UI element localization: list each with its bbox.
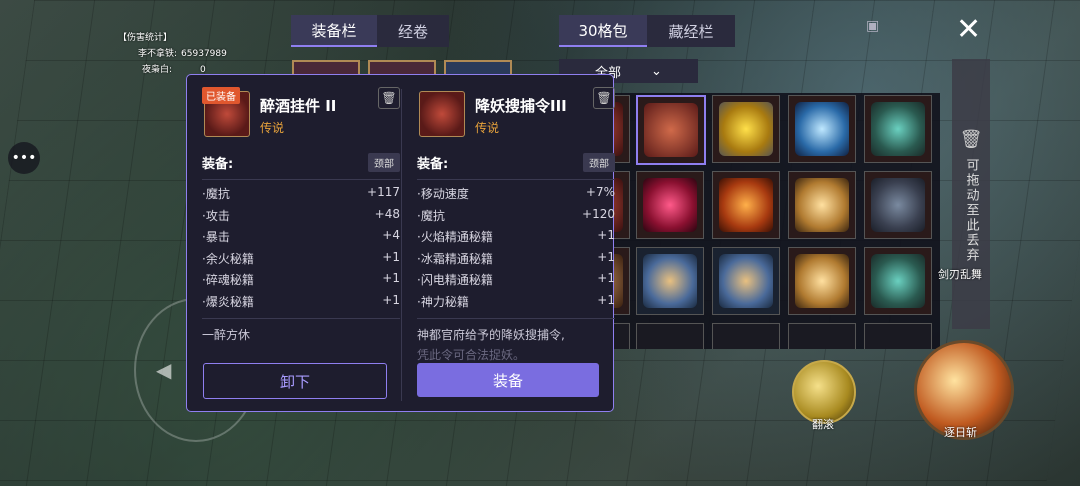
roll-skill-label: 翻滚 (812, 418, 834, 431)
bag-grid (560, 93, 940, 349)
flavor-text: 神都官府给予的降妖搜捕令, 凭此令可合法捉妖。 (417, 328, 565, 362)
bag-slot-empty[interactable] (864, 323, 932, 349)
sword-skill-label: 剑刃乱舞 (938, 268, 982, 281)
equipped-badge: 已装备 (202, 87, 240, 104)
tab-scrolls[interactable]: 经卷 (377, 15, 449, 47)
discard-hint: 可拖动至此丢弃 (963, 158, 979, 263)
bag-slot[interactable] (712, 247, 780, 315)
stat-row: ·火焰精通秘籍 +1 (417, 228, 615, 244)
bag-slot[interactable] (864, 171, 932, 239)
flavor-text: 一醉方休 (202, 328, 251, 342)
stat-row: ·闪电精通秘籍 +1 (417, 271, 615, 287)
stat-row: ·余火秘籍 +1 (202, 249, 400, 266)
player-name: 李不拿铁: (138, 49, 178, 59)
damage-stats-title: 【伤害统计】 (118, 33, 173, 43)
discard-drop-zone[interactable]: 🗑 可拖动至此丢弃 (952, 59, 990, 329)
lock-icon[interactable]: ▣ (866, 18, 879, 34)
trash-icon: 🗑 (959, 129, 983, 150)
bag-slot[interactable] (788, 171, 856, 239)
close-icon[interactable]: ✕ (956, 14, 981, 46)
bag-slot[interactable] (636, 171, 704, 239)
sun-slash-skill-label: 逐日斩 (944, 426, 977, 439)
item-rarity: 传说 (475, 121, 500, 135)
divider (417, 318, 615, 319)
equip-tabs: 装备栏 经卷 (291, 15, 449, 47)
slot-tag: 颈部 (368, 153, 400, 172)
bag-slot[interactable] (788, 247, 856, 315)
bag-slot[interactable] (864, 247, 932, 315)
item-rarity: 传说 (260, 121, 285, 135)
stat-row: ·神力秘籍 +1 (417, 292, 615, 309)
slot-label: 装备: (417, 157, 449, 172)
equip-button[interactable]: 装备 (417, 363, 599, 397)
item-compare-popup: 已装备 醉酒挂件 II 传说 🗑 装备: 颈部 ·魔抗 +117 ·攻击 +48 ·… (186, 74, 615, 412)
bag-tabs: 30格包 藏经栏 (559, 15, 735, 47)
stat-row: ·移动速度 +7% (417, 185, 615, 201)
damage-stats: 【伤害统计】 李不拿铁: 65937989 夜枭白: 0 (118, 30, 227, 78)
stat-row: ·爆炎秘籍 +1 (202, 292, 400, 309)
bag-slot[interactable] (788, 95, 856, 163)
bag-slot-empty[interactable] (712, 323, 780, 349)
item-name: 降妖搜捕令III (475, 97, 567, 115)
slot-label: 装备: (202, 157, 234, 172)
divider (417, 179, 615, 180)
bag-slot[interactable] (712, 171, 780, 239)
panel-divider (401, 89, 402, 401)
stat-row: ·碎魂秘籍 +1 (202, 271, 400, 287)
bag-slot[interactable] (712, 95, 780, 163)
stat-list: ·魔抗 +117 ·攻击 +48 ·暴击 +4 ·余火秘籍 +1 ·碎魂秘籍 +1 ·爆炎… (202, 185, 400, 314)
player-name: 夜枭白: (142, 65, 173, 75)
roll-skill-button[interactable] (792, 360, 856, 424)
bag-slot[interactable] (636, 247, 704, 315)
joystick-left-arrow-icon: ◀ (156, 358, 172, 382)
damage-row: 李不拿铁: 65937989 (118, 46, 227, 62)
divider (202, 179, 400, 180)
stat-row: ·暴击 +4 (202, 228, 400, 244)
bag-slot-empty[interactable] (636, 323, 704, 349)
bag-slot[interactable] (864, 95, 932, 163)
damage-value: 65937989 (181, 49, 227, 59)
tab-30-slot-bag[interactable]: 30格包 (559, 15, 647, 47)
chat-bubble-icon: ••• (11, 150, 37, 166)
item-name: 醉酒挂件 II (260, 97, 337, 115)
stat-row: ·魔抗 +117 (202, 185, 400, 201)
unequip-button[interactable]: 卸下 (203, 363, 387, 399)
trash-icon[interactable]: 🗑 (378, 87, 400, 109)
chevron-down-icon: ⌄ (651, 63, 662, 79)
stat-list: ·移动速度 +7% ·魔抗 +120 ·火焰精通秘籍 +1 ·冰霜精通秘籍 +1 ·闪电… (417, 185, 615, 314)
stat-row: ·冰霜精通秘籍 +1 (417, 249, 615, 266)
tab-equipment[interactable]: 装备栏 (291, 15, 377, 47)
slot-tag: 颈部 (583, 153, 615, 172)
bag-slot-selected[interactable] (636, 95, 706, 165)
token-item-icon (419, 91, 465, 137)
divider (202, 318, 400, 319)
trash-icon[interactable]: 🗑 (593, 87, 615, 109)
bag-slot-empty[interactable] (788, 323, 856, 349)
chat-button[interactable]: ••• (8, 142, 40, 174)
tab-scripture-bar[interactable]: 藏经栏 (647, 15, 735, 47)
stat-row: ·攻击 +48 (202, 206, 400, 223)
stat-row: ·魔抗 +120 (417, 206, 615, 223)
